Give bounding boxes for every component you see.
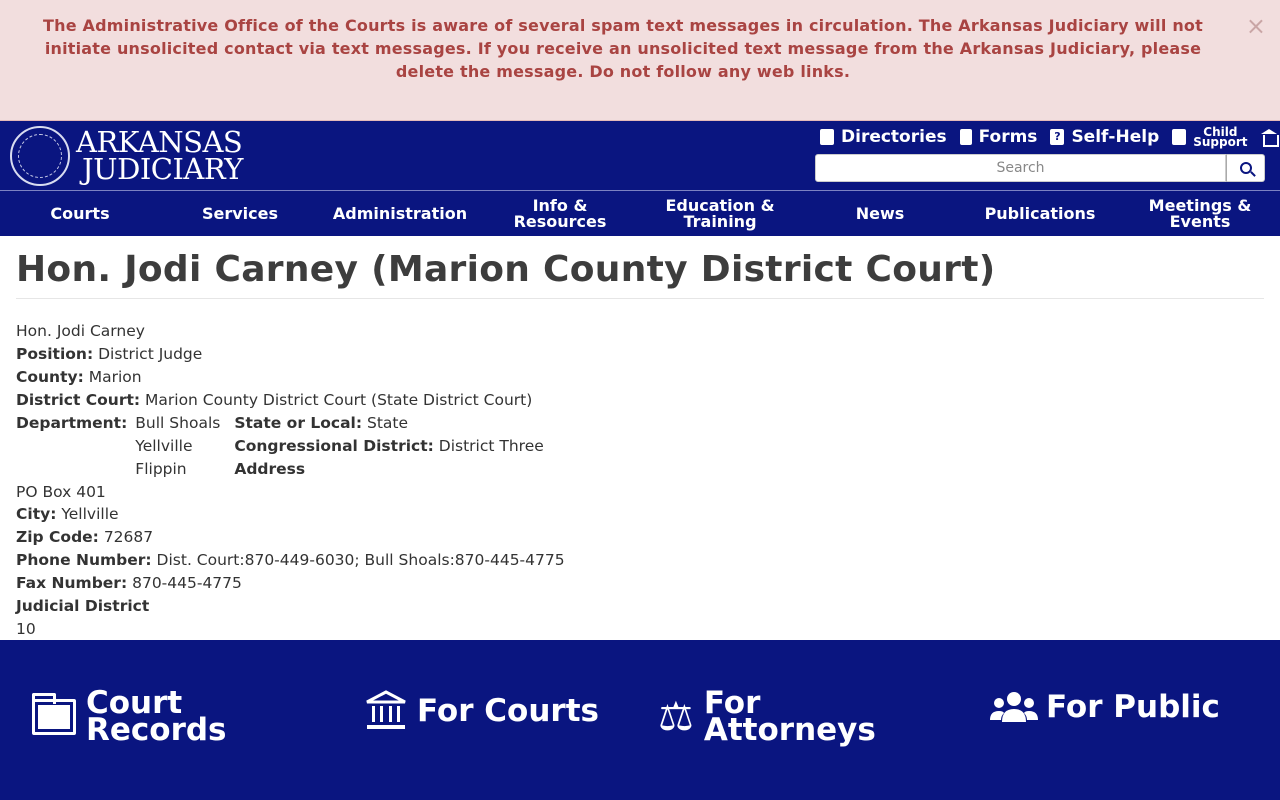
spam-alert-banner: The Administrative Office of the Courts … (0, 0, 1280, 121)
department-item: Bull Shoals (135, 414, 221, 432)
judge-details: Hon. Jodi Carney Position: District Judg… (16, 320, 1264, 640)
search-button[interactable] (1226, 154, 1265, 182)
for-public-label: For Public (1046, 688, 1220, 725)
state-local-value: State (367, 414, 409, 432)
position-value: District Judge (98, 345, 203, 363)
users-icon (990, 692, 1038, 722)
for-public-link[interactable]: For Public (990, 690, 1220, 724)
department-block: Department: Bull Shoals Yellville Flippi… (16, 412, 1264, 481)
zip-value: 72687 (103, 528, 154, 546)
utility-nav: Directories Forms ? Self‑Help Child Supp… (820, 126, 1280, 149)
nav-services[interactable]: Services (160, 191, 320, 236)
address-value: PO Box 401 (16, 483, 106, 501)
logo-line-2: JUDICIARY (82, 152, 243, 186)
supreme-court-seal-icon (10, 126, 70, 186)
nav-education-training[interactable]: Education & Training (640, 191, 800, 236)
fax-row: Fax Number: 870-445-4775 (16, 572, 1264, 595)
contact-card-icon (820, 129, 834, 145)
city-label: City: (16, 505, 57, 523)
city-row: City: Yellville (16, 503, 1264, 526)
fax-label: Fax Number: (16, 574, 128, 592)
for-courts-label: For Courts (417, 692, 599, 729)
court-records-link[interactable]: Court Records (32, 688, 227, 748)
scales-of-justice-icon: ⚖ (658, 694, 694, 740)
department-list: Bull Shoals Yellville Flippin (135, 412, 220, 481)
county-label: County: (16, 368, 84, 386)
department-label: Department: (16, 414, 128, 432)
for-attorneys-line-2: Attorneys (703, 712, 876, 748)
site-search (815, 154, 1265, 182)
district-court-row: District Court: Marion County District C… (16, 389, 1264, 412)
close-icon[interactable]: × (1246, 12, 1266, 40)
courthouse-icon (1260, 129, 1279, 147)
alert-message: The Administrative Office of the Courts … (43, 16, 1203, 81)
district-court-label: District Court: (16, 391, 141, 409)
logo-wordmark: ARKANSAS JUDICIARY (76, 128, 243, 186)
zip-label: Zip Code: (16, 528, 99, 546)
nav-info-resources[interactable]: Info & Resources (480, 191, 640, 236)
phone-value: Dist. Court:870-449-6030; Bull Shoals:87… (156, 551, 565, 569)
position-row: Position: District Judge (16, 343, 1264, 366)
state-local-row: State or Local: State (234, 412, 543, 435)
city-value: Yellville (61, 505, 119, 523)
document-icon (959, 129, 972, 145)
judicial-district-value: 10 (16, 620, 36, 638)
child-support-link[interactable]: Child Support (1172, 126, 1248, 149)
overflow-link[interactable]: A (1260, 129, 1280, 147)
county-value: Marion (88, 368, 142, 386)
search-icon (1239, 162, 1252, 174)
nav-news[interactable]: News (800, 191, 960, 236)
folder-icon (32, 693, 76, 735)
site-logo[interactable]: ARKANSAS JUDICIARY (10, 126, 243, 186)
congressional-value: District Three (438, 437, 544, 455)
question-icon: ? (1050, 129, 1065, 145)
court-records-line-2: Records (86, 712, 227, 748)
congressional-label: Congressional District: (234, 437, 434, 455)
nav-meetings-events[interactable]: Meetings & Events (1120, 191, 1280, 236)
self-help-link[interactable]: ? Self‑Help (1050, 127, 1159, 147)
calculator-icon (1172, 129, 1187, 145)
directories-link[interactable]: Directories (820, 127, 947, 147)
courthouse-icon (366, 690, 406, 729)
fax-value: 870-445-4775 (132, 574, 242, 592)
position-label: Position: (16, 345, 94, 363)
zip-row: Zip Code: 72687 (16, 526, 1264, 549)
forms-link[interactable]: Forms (959, 127, 1038, 147)
page-title: Hon. Jodi Carney (Marion County District… (16, 252, 1264, 299)
search-input[interactable] (815, 154, 1226, 182)
phone-row: Phone Number: Dist. Court:870-449-6030; … (16, 549, 1264, 572)
forms-label: Forms (978, 127, 1038, 147)
district-court-value: Marion County District Court (State Dist… (145, 391, 533, 409)
main-content: Hon. Jodi Carney (Marion County District… (16, 236, 1264, 640)
congressional-row: Congressional District: District Three (234, 435, 543, 458)
nav-administration[interactable]: Administration (320, 191, 480, 236)
phone-label: Phone Number: (16, 551, 152, 569)
department-side-info: State or Local: State Congressional Dist… (234, 412, 543, 481)
county-row: County: Marion (16, 366, 1264, 389)
department-item: Yellville (135, 437, 193, 455)
directories-label: Directories (841, 127, 947, 147)
judge-name: Hon. Jodi Carney (16, 322, 145, 340)
quick-links-footer: Court Records For Courts ⚖ For Attorneys (0, 640, 1280, 800)
for-courts-link[interactable]: For Courts (365, 690, 599, 732)
judicial-district-heading: Judicial District (16, 597, 150, 615)
main-nav: Courts Services Administration Info & Re… (0, 191, 1280, 236)
site-header: ARKANSAS JUDICIARY Directories Forms ? S… (0, 121, 1280, 236)
nav-courts[interactable]: Courts (0, 191, 160, 236)
for-attorneys-link[interactable]: ⚖ For Attorneys (658, 688, 876, 748)
address-heading: Address (234, 460, 306, 478)
nav-publications[interactable]: Publications (960, 191, 1120, 236)
state-local-label: State or Local: (234, 414, 363, 432)
support-label: Support (1193, 135, 1248, 149)
department-item: Flippin (135, 460, 187, 478)
self-help-label: Self‑Help (1071, 127, 1160, 147)
